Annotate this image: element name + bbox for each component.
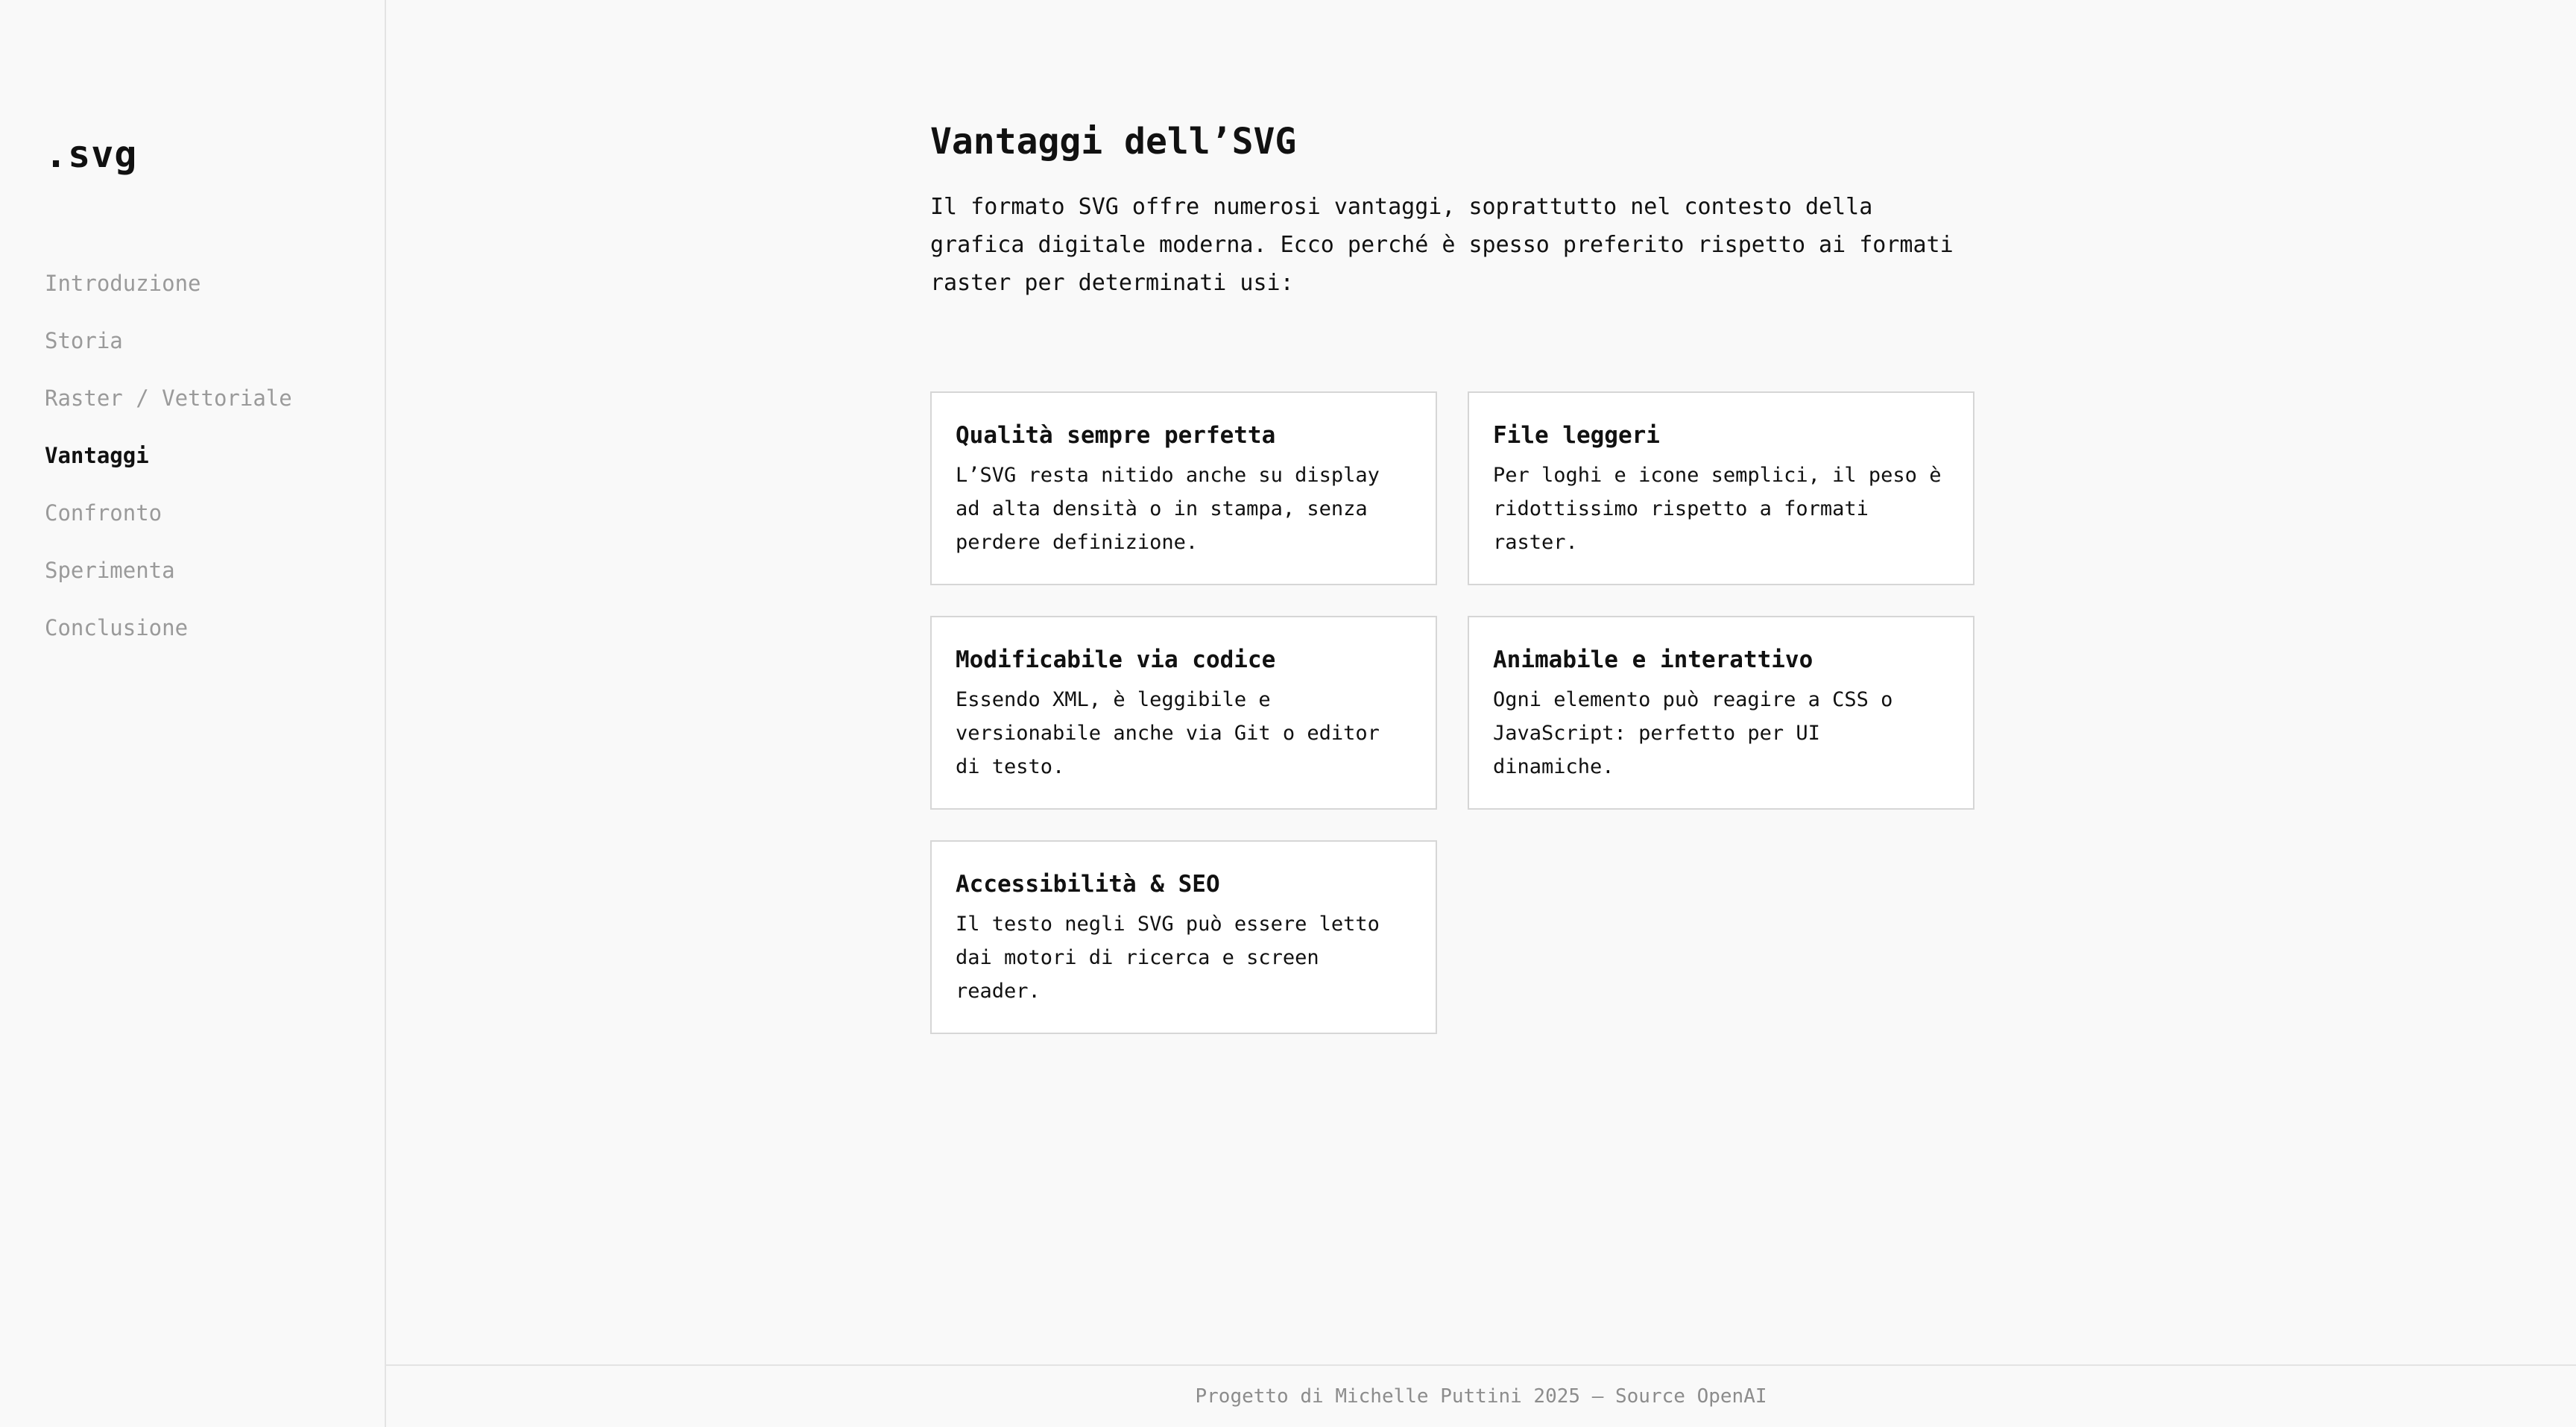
intro-paragraph: Il formato SVG offre numerosi vantaggi, … [930, 194, 1954, 296]
advantages-grid: Qualità sempre perfetta L’SVG resta niti… [930, 391, 1975, 1034]
advantage-card: Qualità sempre perfetta L’SVG resta niti… [930, 391, 1437, 585]
card-title: Animabile e interattivo [1493, 646, 1813, 673]
advantage-card: File leggeri Per loghi e icone semplici,… [1468, 391, 1974, 585]
sidebar-item-storia[interactable]: Storia [45, 323, 292, 380]
card-title: Accessibilità & SEO [956, 871, 1220, 898]
card-text: Essendo XML, è leggibile e versionabile … [956, 688, 1380, 778]
card-text: Per loghi e icone semplici, il peso è ri… [1493, 464, 1942, 554]
advantage-card: Animabile e interattivo Ogni elemento pu… [1468, 616, 1974, 810]
sidebar-item-raster-vettoriale[interactable]: Raster / Vettoriale [45, 380, 292, 438]
advantage-card: Modificabile via codice Essendo XML, è l… [930, 616, 1437, 810]
sidebar-item-sperimenta[interactable]: Sperimenta [45, 552, 292, 610]
sidebar-nav: Introduzione Storia Raster / Vettoriale … [45, 265, 292, 667]
card-text: Ogni elemento può reagire a CSS o JavaSc… [1493, 688, 1893, 778]
sidebar: .svg Introduzione Storia Raster / Vettor… [0, 0, 386, 1427]
card-title: Qualità sempre perfetta [956, 422, 1276, 449]
card-title: Modificabile via codice [956, 646, 1276, 673]
brand-logo[interactable]: .svg [45, 133, 137, 176]
page-title: Vantaggi dell’SVG [930, 121, 1297, 163]
main-content: Vantaggi dell’SVG Il formato SVG offre n… [386, 0, 2576, 1364]
app: .svg Introduzione Storia Raster / Vettor… [0, 0, 2576, 1427]
advantage-card: Accessibilità & SEO Il testo negli SVG p… [930, 840, 1437, 1034]
sidebar-item-confronto[interactable]: Confronto [45, 495, 292, 552]
card-title: File leggeri [1493, 422, 1660, 449]
footer: Progetto di Michelle Puttini 2025 — Sour… [386, 1364, 2576, 1427]
sidebar-item-introduzione[interactable]: Introduzione [45, 265, 292, 323]
section-header: Vantaggi dell’SVG Il formato SVG offre n… [930, 112, 1989, 302]
sidebar-item-vantaggi[interactable]: Vantaggi [45, 438, 292, 495]
sidebar-item-conclusione[interactable]: Conclusione [45, 610, 292, 667]
footer-credit: Progetto di Michelle Puttini 2025 — Sour… [1195, 1385, 1767, 1408]
card-text: L’SVG resta nitido anche su display ad a… [956, 464, 1380, 554]
card-text: Il testo negli SVG può essere letto dai … [956, 913, 1380, 1003]
